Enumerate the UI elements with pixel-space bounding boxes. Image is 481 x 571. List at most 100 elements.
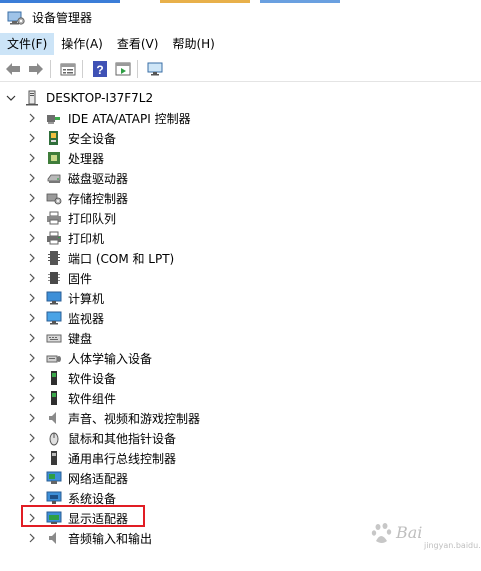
chevron-right-icon[interactable] [26, 148, 38, 168]
tree-item-label: 固件 [68, 271, 93, 286]
tree-item-printer[interactable]: 打印机 [26, 228, 104, 248]
chevron-down-icon[interactable] [5, 88, 17, 108]
menu-file[interactable]: 文件(F) [0, 33, 55, 55]
tree-item-ide[interactable]: IDE ATA/ATAPI 控制器 [26, 108, 191, 128]
paw-logo-icon [371, 523, 392, 543]
toolbar-separator [82, 60, 83, 78]
port-icon [46, 250, 62, 266]
chevron-right-icon[interactable] [26, 408, 38, 428]
menu-view[interactable]: 查看(V) [110, 33, 166, 55]
run-button[interactable] [113, 59, 133, 79]
properties-icon [60, 63, 76, 76]
tree-root-label: DESKTOP-I37F7L2 [46, 91, 154, 105]
tree-item-label: 键盘 [68, 331, 93, 346]
chevron-right-icon[interactable] [26, 428, 38, 448]
tree-root[interactable]: DESKTOP-I37F7L2 [0, 88, 153, 108]
network-adapter-icon [46, 470, 62, 486]
tree-item-hid[interactable]: 人体学输入设备 [26, 348, 152, 368]
chevron-right-icon[interactable] [26, 168, 38, 188]
tree-item-label: 端口 (COM 和 LPT) [68, 251, 175, 266]
tree-item-storage[interactable]: 存储控制器 [26, 188, 128, 208]
tree-item-label: 打印机 [68, 231, 105, 246]
tree-item-label: IDE ATA/ATAPI 控制器 [68, 111, 191, 126]
menu-help[interactable]: 帮助(H) [165, 33, 221, 55]
baidu-watermark: Bai jingyan.baidu.com [368, 515, 481, 555]
menu-action[interactable]: 操作(A) [54, 33, 110, 55]
device-manager-icon [7, 10, 25, 26]
tree-item-label: 软件组件 [68, 391, 117, 406]
tree-item-label: 安全设备 [68, 131, 117, 146]
security-device-icon [46, 130, 62, 146]
print-queue-icon [46, 210, 62, 226]
tree-item-software-component[interactable]: 软件组件 [26, 388, 116, 408]
tree-item-sound[interactable]: 声音、视频和游戏控制器 [26, 408, 200, 428]
tree-item-label: 音频输入和输出 [68, 531, 153, 546]
chevron-right-icon[interactable] [26, 288, 38, 308]
chevron-right-icon[interactable] [26, 208, 38, 228]
tree-item-audio-io[interactable]: 音频输入和输出 [26, 528, 152, 548]
tree-item-monitor[interactable]: 监视器 [26, 308, 104, 328]
chevron-right-icon[interactable] [26, 228, 38, 248]
ide-controller-icon [46, 110, 62, 126]
firmware-icon [46, 270, 62, 286]
chevron-right-icon[interactable] [26, 188, 38, 208]
back-button[interactable] [3, 59, 23, 79]
tree-item-label: 人体学输入设备 [68, 351, 153, 366]
chevron-right-icon[interactable] [26, 128, 38, 148]
tree-item-software-device[interactable]: 软件设备 [26, 368, 116, 388]
monitor-icon [46, 310, 62, 326]
chevron-right-icon[interactable] [26, 468, 38, 488]
chevron-right-icon[interactable] [26, 268, 38, 288]
svg-text:?: ? [96, 63, 103, 77]
disk-drive-icon [46, 170, 62, 186]
chevron-right-icon[interactable] [26, 328, 38, 348]
tree-item-disk[interactable]: 磁盘驱动器 [26, 168, 128, 188]
chevron-right-icon[interactable] [26, 308, 38, 328]
software-component-icon [46, 390, 62, 406]
tree-item-firmware[interactable]: 固件 [26, 268, 92, 288]
watermark-subtext: jingyan.baidu.com [424, 541, 481, 550]
forward-button[interactable] [26, 59, 46, 79]
tree-item-port[interactable]: 端口 (COM 和 LPT) [26, 248, 174, 268]
properties-button[interactable] [58, 59, 78, 79]
chevron-right-icon[interactable] [26, 388, 38, 408]
tree-item-label: 计算机 [68, 291, 105, 306]
chevron-right-icon[interactable] [26, 348, 38, 368]
chevron-right-icon[interactable] [26, 108, 38, 128]
printer-icon [46, 230, 62, 246]
usb-icon [46, 450, 62, 466]
chevron-right-icon[interactable] [26, 448, 38, 468]
tree-item-label: 软件设备 [68, 371, 117, 386]
scan-button[interactable] [145, 59, 165, 79]
chevron-right-icon[interactable] [26, 248, 38, 268]
tree-item-keyboard[interactable]: 键盘 [26, 328, 92, 348]
tree-item-print-queue[interactable]: 打印队列 [26, 208, 116, 228]
tree-item-label: 监视器 [68, 311, 105, 326]
tree-item-label: 通用串行总线控制器 [68, 451, 177, 466]
chevron-right-icon[interactable] [26, 528, 38, 548]
mouse-icon [46, 430, 62, 446]
tree-item-label: 鼠标和其他指针设备 [68, 431, 177, 446]
tree-item-mouse[interactable]: 鼠标和其他指针设备 [26, 428, 176, 448]
title-bar: 设备管理器 [0, 4, 481, 31]
hid-icon [46, 350, 62, 366]
device-tree: DESKTOP-I37F7L2 IDE ATA/ATAPI 控制器 安全设备 处… [0, 85, 481, 571]
chevron-right-icon[interactable] [26, 368, 38, 388]
toolbar-separator [50, 60, 51, 78]
audio-io-icon [46, 530, 62, 546]
storage-controller-icon [46, 190, 62, 206]
forward-arrow-icon [29, 63, 43, 75]
tree-item-label: 系统设备 [68, 491, 117, 506]
tree-item-usb[interactable]: 通用串行总线控制器 [26, 448, 176, 468]
window-title: 设备管理器 [32, 11, 93, 25]
tree-item-computer[interactable]: 计算机 [26, 288, 104, 308]
toolbar: ? [0, 57, 481, 82]
tree-item-security[interactable]: 安全设备 [26, 128, 116, 148]
tree-item-label: 处理器 [68, 151, 105, 166]
tree-item-network[interactable]: 网络适配器 [26, 468, 128, 488]
back-arrow-icon [6, 63, 20, 75]
help-button[interactable]: ? [90, 59, 110, 79]
tree-item-label: 声音、视频和游戏控制器 [68, 411, 201, 426]
tree-item-processor[interactable]: 处理器 [26, 148, 104, 168]
watermark-text: Bai [396, 523, 423, 542]
